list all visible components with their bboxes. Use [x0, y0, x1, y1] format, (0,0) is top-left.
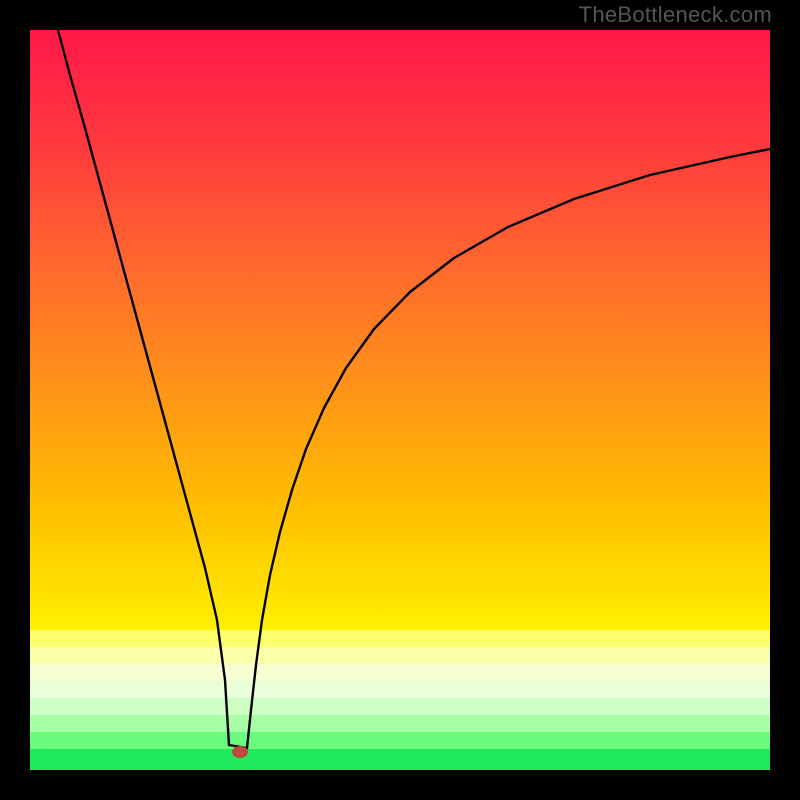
chart-frame: TheBottleneck.com — [0, 0, 800, 800]
curve-left-branch — [58, 30, 229, 745]
plot-area — [30, 30, 770, 770]
curve-right-branch — [247, 149, 770, 748]
minimum-marker — [232, 746, 248, 758]
curve-svg — [30, 30, 770, 770]
watermark-text: TheBottleneck.com — [579, 2, 772, 28]
